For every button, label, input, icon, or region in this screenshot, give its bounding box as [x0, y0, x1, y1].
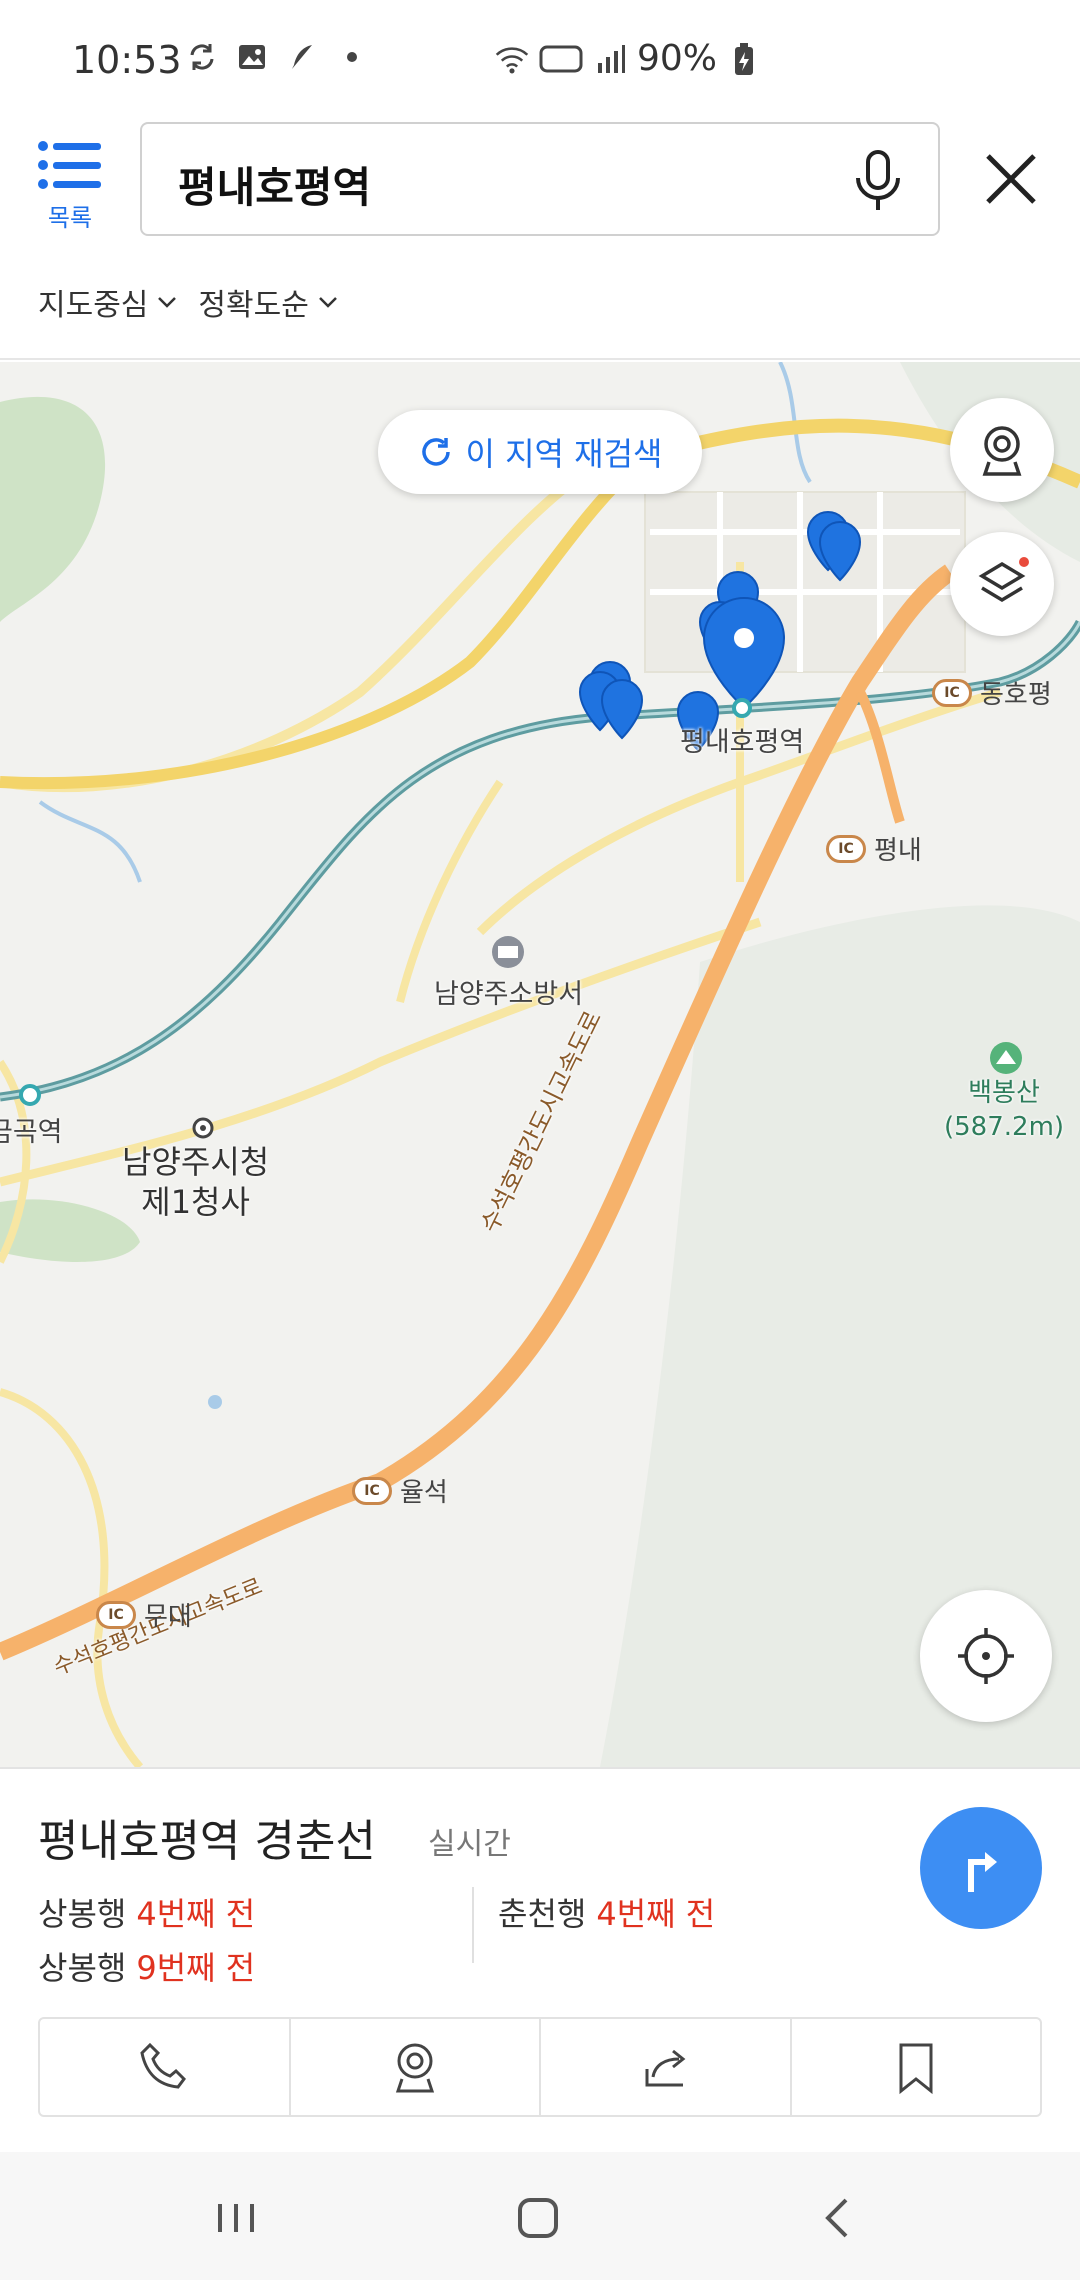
- status-icons-left: [185, 40, 369, 74]
- mountain-label: 백봉산 (587.2m): [944, 1078, 1065, 1142]
- arrival-row: 상봉행 9번째 전: [38, 1949, 256, 1987]
- fire-station-label: 남양주소방서: [434, 979, 584, 1010]
- ic-mudae: IC 무대: [96, 1596, 192, 1633]
- system-nav-bar: [0, 2152, 1080, 2280]
- research-area-button[interactable]: 이 지역 재검색: [378, 410, 702, 494]
- geumgok-station-label: 금곡역: [0, 1117, 63, 1148]
- close-icon[interactable]: [980, 148, 1042, 210]
- status-time: 10:53: [72, 38, 182, 82]
- wifi-icon: [495, 42, 529, 76]
- search-query: 평내호평역: [178, 163, 372, 212]
- station-label: 평내호평역: [680, 727, 805, 758]
- street-view-icon: [982, 426, 1022, 476]
- research-label: 이 지역 재검색: [465, 435, 663, 473]
- image-icon: [235, 40, 269, 74]
- mic-icon[interactable]: [848, 148, 908, 214]
- arrival-row: 상봉행 4번째 전: [38, 1895, 256, 1933]
- list-icon: [38, 141, 101, 189]
- map-base: [0, 362, 1080, 1767]
- filter-accuracy[interactable]: 정확도순: [198, 280, 338, 324]
- signal-icon: [593, 42, 627, 76]
- home-icon[interactable]: [508, 2188, 568, 2248]
- map-view[interactable]: 이 지역 재검색 평내호평역 IC 동호평 IC 평내 남양주소방서 금곡역 남양주…: [0, 362, 1080, 1767]
- share-button[interactable]: [541, 2019, 792, 2115]
- back-icon[interactable]: [808, 2188, 868, 2248]
- battery-percent: 90%: [637, 38, 718, 79]
- status-bar: 10:53 90%: [0, 0, 1080, 120]
- filter-map-center[interactable]: 지도중심: [38, 280, 178, 324]
- bookmark-button[interactable]: [792, 2019, 1041, 2115]
- filter-bar: 지도중심 정확도순: [38, 280, 339, 324]
- layers-icon: [978, 557, 1029, 603]
- action-bar: [38, 2017, 1042, 2117]
- chevron-down-icon: [318, 297, 337, 308]
- arrival-row: 춘천행 4번째 전: [498, 1895, 716, 1933]
- list-label: 목록: [47, 204, 93, 232]
- phone-icon: [140, 2042, 187, 2089]
- bookmark-icon: [899, 2043, 933, 2095]
- ic-dong-hopyeong: IC 동호평: [932, 674, 1052, 711]
- sync-icon: [185, 40, 219, 74]
- realtime-label: 실시간: [428, 1827, 511, 1862]
- station-info-panel: 평내호평역 경춘선 실시간 상봉행 4번째 전 춘천행 4번째 전 상봉행 9번째 전: [0, 1767, 1080, 2152]
- ic-pyeongnae: IC 평내: [826, 830, 922, 867]
- filter-label: 지도중심: [38, 288, 149, 323]
- street-view-button[interactable]: [950, 398, 1054, 502]
- street-view-action[interactable]: [291, 2019, 541, 2115]
- directions-button[interactable]: [920, 1807, 1042, 1929]
- station-title[interactable]: 평내호평역 경춘선: [38, 1805, 376, 1869]
- hd-icon: [539, 42, 583, 76]
- refresh-icon: [421, 438, 450, 466]
- dot-icon: [335, 40, 369, 74]
- city-hall-label: 남양주시청 제1청사: [122, 1143, 270, 1221]
- feather-icon: [285, 40, 319, 74]
- search-input[interactable]: 평내호평역: [140, 122, 940, 236]
- recent-apps-icon[interactable]: [206, 2188, 266, 2248]
- battery-charging-icon: [727, 42, 761, 76]
- filter-label: 정확도순: [198, 288, 309, 323]
- list-button[interactable]: 목록: [30, 140, 110, 240]
- crosshair-icon: [958, 1628, 1014, 1684]
- my-location-button[interactable]: [920, 1590, 1052, 1722]
- street-view-icon: [395, 2043, 434, 2093]
- share-icon: [645, 2049, 686, 2087]
- directions-icon: [968, 1852, 997, 1892]
- call-button[interactable]: [40, 2019, 291, 2115]
- arrival-divider: [472, 1887, 474, 1963]
- map-layers-button[interactable]: [950, 532, 1054, 636]
- ic-yulseok: IC 율석: [352, 1472, 448, 1509]
- chevron-down-icon: [158, 297, 177, 308]
- status-icons-right: 90%: [495, 38, 761, 79]
